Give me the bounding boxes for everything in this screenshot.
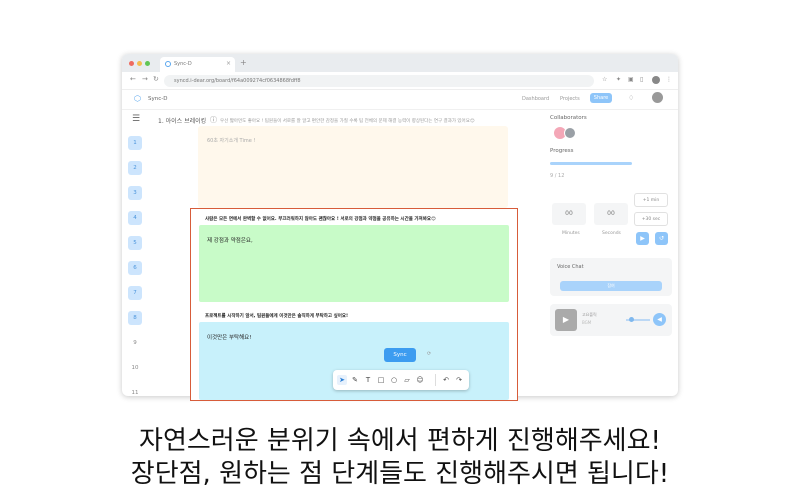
collaborator-avatar: [564, 127, 576, 139]
highlighted-section: 사람은 모든 면에서 완벽할 수 없어요. 부끄러워하지 않아도 괜찮아요 ! …: [190, 208, 518, 401]
voice-chat-label: Voice Chat: [557, 264, 584, 270]
request-answer-text: 이것만은 부탁해요!: [207, 335, 252, 341]
sidebar-step-4[interactable]: 4: [128, 211, 142, 225]
address-bar: ← → ↻ syncd.i-dear.org/board/f64a009274c…: [122, 72, 678, 90]
emoji-icon[interactable]: ☺: [415, 375, 425, 385]
sidebar-step-9[interactable]: 9: [128, 336, 142, 350]
text-icon[interactable]: T: [363, 375, 373, 385]
sticky-note-icon[interactable]: ▱: [402, 375, 412, 385]
add-30sec-button[interactable]: +30 sec: [634, 212, 668, 226]
minutes-display: 00: [552, 203, 586, 225]
player-subtitle: BGM: [582, 320, 592, 325]
pointer-icon[interactable]: ➤: [337, 375, 347, 385]
sidebar-step-3[interactable]: 3: [128, 186, 142, 200]
extension-icon[interactable]: ✦: [616, 76, 621, 83]
favicon-icon: [165, 61, 171, 67]
profile-avatar[interactable]: [652, 76, 660, 84]
url-field[interactable]: syncd.i-dear.org/board/f64a009274cf06348…: [164, 75, 594, 87]
close-window-dot[interactable]: [129, 61, 134, 66]
menu-icon[interactable]: ☰: [132, 114, 140, 124]
strength-question: 사람은 모든 면에서 완벽할 수 없어요. 부끄러워하지 않아도 괜찮아요 ! …: [205, 217, 436, 222]
voice-chat-panel: Voice Chat 참여: [550, 258, 672, 296]
pen-icon[interactable]: ✎: [350, 375, 360, 385]
url-text: syncd.i-dear.org/board/f64a009274cf06348…: [174, 78, 301, 84]
redo-icon[interactable]: ↷: [454, 375, 464, 385]
tab-title: Sync-D: [174, 61, 192, 67]
logo-icon: ⬡: [134, 94, 141, 103]
close-tab-icon[interactable]: ×: [226, 60, 231, 67]
maximize-window-dot[interactable]: [145, 61, 150, 66]
nav-projects[interactable]: Projects: [560, 96, 580, 102]
minutes-label: Minutes: [562, 231, 580, 236]
browser-tab[interactable]: Sync-D ×: [160, 57, 235, 72]
play-icon[interactable]: ▶: [636, 232, 649, 245]
tab-bar: Sync-D × +: [122, 54, 678, 72]
reload-icon[interactable]: ↻: [153, 75, 159, 83]
sidebar-step-7[interactable]: 7: [128, 286, 142, 300]
sidebar-step-8[interactable]: 8: [128, 311, 142, 325]
undo-icon[interactable]: ↶: [441, 375, 451, 385]
bookmark-icon[interactable]: ☆: [602, 76, 607, 83]
volume-knob[interactable]: [629, 317, 634, 322]
intro-card[interactable]: 60초 자기소개 Time !: [198, 126, 508, 208]
progress-bar: [550, 162, 632, 165]
strength-answer-text: 제 강점과 약점은요,: [207, 238, 253, 244]
intro-card-text: 60초 자기소개 Time !: [207, 138, 256, 144]
sidebar-step-5[interactable]: 5: [128, 236, 142, 250]
player-title: 고요플릭: [582, 312, 597, 317]
nav-dashboard[interactable]: Dashboard: [522, 96, 549, 102]
caption-line-2: 장단점, 원하는 점 단계들도 진행해주시면 됩니다!: [130, 459, 670, 489]
collaborators-label: Collaborators: [550, 115, 587, 121]
app-brand: Sync-D: [148, 96, 168, 102]
progress-label: Progress: [550, 148, 574, 154]
strength-answer-card[interactable]: 제 강점과 약점은요,: [199, 225, 509, 302]
breadcrumb: 1. 아이스 브레이킹: [158, 118, 207, 125]
question-text: 우선 짧아먼도 좋아요 ! 팀원들이 서로를 잘 알고 편안한 감정을 가질 수…: [220, 119, 475, 124]
volume-icon[interactable]: ◀: [653, 313, 666, 326]
sidebar-step-11[interactable]: 11: [128, 386, 142, 396]
sidebar-step-1[interactable]: 1: [128, 136, 142, 150]
sidebar-step-10[interactable]: 10: [128, 361, 142, 375]
back-icon[interactable]: ←: [130, 75, 136, 83]
sync-button[interactable]: Sync: [384, 348, 416, 362]
progress-count: 9 / 12: [550, 173, 565, 179]
player-play-icon[interactable]: ▶: [555, 309, 577, 331]
seconds-display: 00: [594, 203, 628, 225]
info-icon[interactable]: ⓘ: [210, 115, 217, 125]
reset-icon[interactable]: ↺: [655, 232, 668, 245]
request-question: 프로젝트를 시작하기 앞서, 팀원들에게 이것만은 솔직하게 부탁하고 싶어요!: [205, 314, 349, 319]
minimize-window-dot[interactable]: [137, 61, 142, 66]
join-voice-button[interactable]: 참여: [560, 281, 662, 291]
forward-icon[interactable]: →: [142, 75, 148, 83]
request-answer-card[interactable]: 이것만은 부탁해요! Sync ⟳ ➤ ✎ T □ ○ ▱ ☺ ↶ ↷: [199, 322, 509, 400]
toolbar-divider: [435, 374, 436, 386]
more-icon[interactable]: ⋮: [666, 76, 672, 83]
user-avatar[interactable]: [652, 92, 663, 103]
drawing-toolbar: ➤ ✎ T □ ○ ▱ ☺ ↶ ↷: [333, 370, 469, 390]
share-button[interactable]: Share: [590, 93, 612, 103]
new-tab-icon[interactable]: +: [240, 58, 247, 67]
bell-icon[interactable]: ♢: [628, 94, 634, 102]
music-player: ▶ 고요플릭 BGM ◀: [550, 304, 672, 336]
puzzle-icon[interactable]: ▣: [628, 76, 634, 83]
sidepanel-icon[interactable]: ▯: [640, 76, 643, 83]
caption-line-1: 자연스러운 분위기 속에서 편하게 진행해주세요!: [139, 426, 661, 456]
seconds-label: Seconds: [602, 231, 621, 236]
app-header: ⬡ Sync-D Dashboard Projects Share ♢: [122, 90, 678, 110]
sidebar-step-6[interactable]: 6: [128, 261, 142, 275]
add-minute-button[interactable]: +1 min: [634, 193, 668, 207]
circle-icon[interactable]: ○: [389, 375, 399, 385]
sync-hint-icon: ⟳: [427, 351, 432, 357]
sidebar-step-2[interactable]: 2: [128, 161, 142, 175]
square-icon[interactable]: □: [376, 375, 386, 385]
